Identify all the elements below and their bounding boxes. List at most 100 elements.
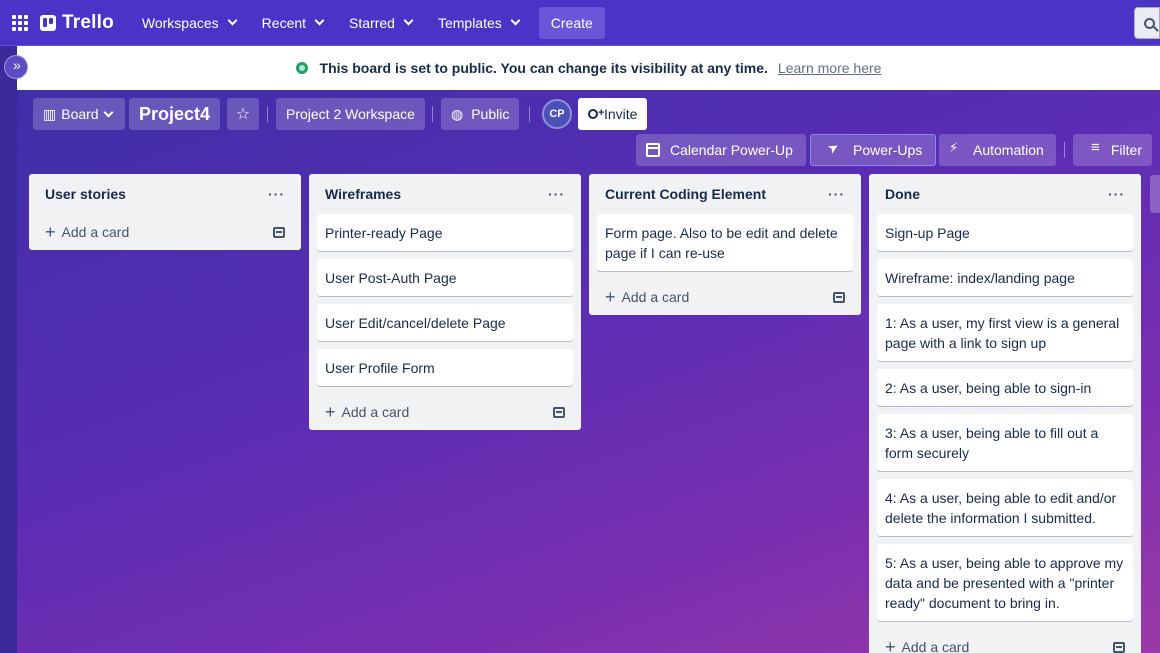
add-card-label: Add a card xyxy=(61,224,130,240)
templates-label: Templates xyxy=(437,14,502,31)
card[interactable]: User Edit/cancel/delete Page xyxy=(317,304,573,341)
add-card-button[interactable]: + Add a card xyxy=(325,402,410,422)
create-from-template-icon[interactable] xyxy=(553,406,565,418)
more-icon[interactable]: ··· xyxy=(548,186,565,202)
chevron-down-icon xyxy=(227,15,238,26)
filter-icon xyxy=(1091,139,1101,157)
card[interactable]: Form page. Also to be edit and delete pa… xyxy=(597,214,853,271)
list-title[interactable]: Current Coding Element xyxy=(605,186,766,202)
rocket-icon xyxy=(829,143,843,157)
list-title[interactable]: Done xyxy=(885,186,920,202)
list-title[interactable]: Wireframes xyxy=(325,186,401,202)
workspace-button[interactable]: Project 2 Workspace xyxy=(276,98,425,130)
chevron-down-icon xyxy=(510,15,521,26)
plus-icon: + xyxy=(605,287,616,307)
add-card-button[interactable]: + Add a card xyxy=(885,637,969,653)
app-switcher-button[interactable] xyxy=(0,0,40,46)
grid-icon xyxy=(12,14,28,31)
avatar[interactable]: CP xyxy=(542,99,572,129)
banner-text: This board is set to public. You can cha… xyxy=(319,60,768,76)
learn-more-link[interactable]: Learn more here xyxy=(778,60,882,76)
card[interactable]: 2: As a user, being able to sign-in xyxy=(877,369,1133,406)
workspaces-label: Workspaces xyxy=(141,14,219,31)
divider xyxy=(1064,142,1065,158)
calendar-icon xyxy=(646,143,660,157)
invite-label: Invite xyxy=(604,106,638,122)
create-from-template-icon[interactable] xyxy=(273,226,285,238)
add-list-button[interactable] xyxy=(1150,175,1160,213)
card[interactable]: Printer-ready Page xyxy=(317,214,573,251)
divider xyxy=(529,106,530,122)
search-button[interactable] xyxy=(1134,7,1160,39)
search-icon xyxy=(1143,17,1155,29)
visibility-banner: This board is set to public. You can cha… xyxy=(17,46,1160,90)
star-board-button[interactable]: ☆ xyxy=(227,98,259,130)
card[interactable]: Sign-up Page xyxy=(877,214,1133,251)
card[interactable]: User Profile Form xyxy=(317,349,573,386)
plus-icon: + xyxy=(325,402,336,422)
workspaces-menu[interactable]: Workspaces xyxy=(132,8,246,38)
card[interactable]: 3: As a user, being able to fill out a f… xyxy=(877,414,1133,471)
more-icon[interactable]: ··· xyxy=(268,186,285,202)
create-button[interactable]: Create xyxy=(538,6,605,39)
globe-icon: ◍ xyxy=(451,105,464,122)
power-ups-button[interactable]: Power-Ups xyxy=(810,134,936,166)
add-card-row: + Add a card xyxy=(597,279,853,315)
card[interactable]: 5: As a user, being able to approve my d… xyxy=(877,544,1133,621)
list-header: Done ··· xyxy=(877,174,1133,214)
divider xyxy=(432,106,433,122)
lightning-icon xyxy=(949,140,963,157)
create-from-template-icon[interactable] xyxy=(1113,641,1125,653)
card[interactable]: 4: As a user, being able to edit and/or … xyxy=(877,479,1133,536)
trello-icon xyxy=(40,14,56,31)
expand-sidebar-button[interactable] xyxy=(4,55,28,79)
board-view-switcher[interactable]: ▥ Board xyxy=(33,98,125,130)
add-card-button[interactable]: + Add a card xyxy=(45,222,130,242)
card[interactable]: User Post-Auth Page xyxy=(317,259,573,296)
chevron-down-icon xyxy=(314,15,325,26)
templates-menu[interactable]: Templates xyxy=(428,8,529,38)
card[interactable]: Wireframe: index/landing page xyxy=(877,259,1133,296)
card[interactable]: 1: As a user, my first view is a general… xyxy=(877,304,1133,361)
add-card-label: Add a card xyxy=(621,289,690,305)
add-card-row: + Add a card xyxy=(877,629,1133,653)
chevron-down-icon xyxy=(103,107,114,117)
add-card-button[interactable]: + Add a card xyxy=(605,287,690,307)
recent-menu[interactable]: Recent xyxy=(252,8,333,38)
create-from-template-icon[interactable] xyxy=(833,291,845,303)
automation-label: Automation xyxy=(973,142,1044,158)
plus-icon: + xyxy=(885,637,896,653)
list-done: Done ··· Sign-up Page Wireframe: index/l… xyxy=(869,174,1141,653)
recent-label: Recent xyxy=(261,14,307,31)
list-wireframes: Wireframes ··· Printer-ready Page User P… xyxy=(309,174,581,430)
add-member-icon xyxy=(588,107,604,119)
list-title[interactable]: User stories xyxy=(45,186,126,202)
calendar-powerup-button[interactable]: Calendar Power-Up xyxy=(636,134,806,166)
chevron-down-icon xyxy=(403,15,414,26)
starred-menu[interactable]: Starred xyxy=(339,8,422,38)
plus-icon: + xyxy=(45,222,56,242)
visibility-label: Public xyxy=(471,106,510,122)
board-title[interactable]: Project4 xyxy=(129,98,221,130)
invite-button[interactable]: Invite xyxy=(578,98,648,130)
add-card-label: Add a card xyxy=(341,404,410,420)
filter-button[interactable]: Filter xyxy=(1073,134,1152,166)
list-current-coding-element: Current Coding Element ··· Form page. Al… xyxy=(589,174,861,315)
power-ups-label: Power-Ups xyxy=(853,142,923,158)
board-view-label: Board xyxy=(61,106,99,122)
list-header: Wireframes ··· xyxy=(317,174,573,214)
visibility-button[interactable]: ◍ Public xyxy=(441,98,520,130)
add-card-row: + Add a card xyxy=(317,394,573,430)
more-icon[interactable]: ··· xyxy=(828,186,845,202)
top-navigation: Trello Workspaces Recent Starred Templat… xyxy=(0,0,1160,46)
sidebar-collapsed xyxy=(0,46,17,653)
automation-button[interactable]: Automation xyxy=(939,134,1056,166)
more-icon[interactable]: ··· xyxy=(1108,186,1125,202)
divider xyxy=(267,106,268,122)
list-header: User stories ··· xyxy=(37,174,293,214)
trello-logo[interactable]: Trello xyxy=(40,12,114,34)
board-view-icon: ▥ xyxy=(43,105,56,122)
list-user-stories: User stories ··· + Add a card xyxy=(29,174,301,250)
filter-label: Filter xyxy=(1110,142,1142,158)
list-header: Current Coding Element ··· xyxy=(597,174,853,214)
